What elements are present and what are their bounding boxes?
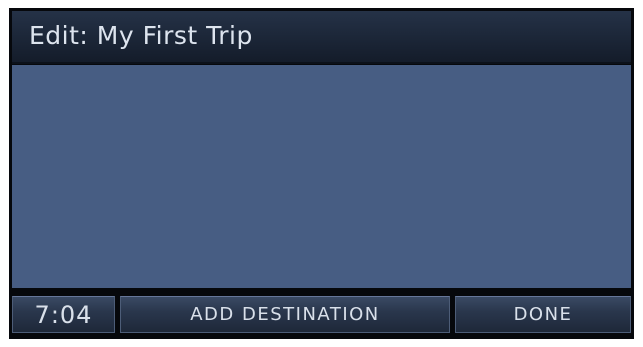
done-button[interactable]: DONE: [455, 296, 631, 333]
nav-screen: Edit: My First Trip 7:04 ADD DESTINATION…: [9, 8, 634, 339]
title-bar: Edit: My First Trip: [12, 11, 631, 64]
add-destination-button[interactable]: ADD DESTINATION: [120, 296, 450, 333]
clock-display[interactable]: 7:04: [12, 296, 115, 333]
bottom-button-bar: 7:04 ADD DESTINATION DONE: [9, 290, 634, 339]
page-title: Edit: My First Trip: [29, 21, 253, 50]
trip-destination-list[interactable]: [12, 65, 631, 288]
